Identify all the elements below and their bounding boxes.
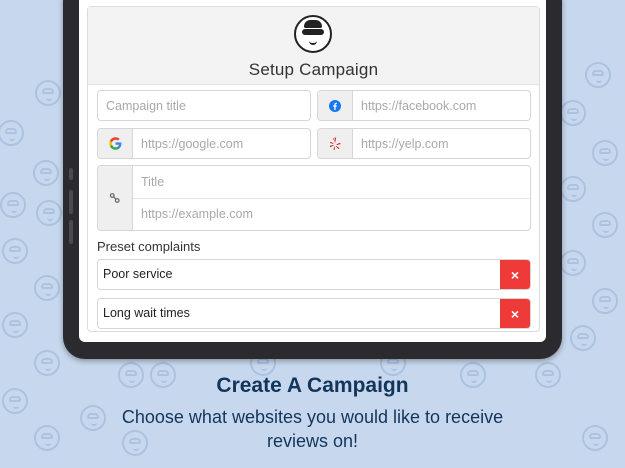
yelp-url-input[interactable] bbox=[353, 129, 530, 158]
caption-heading: Create A Campaign bbox=[216, 374, 409, 397]
facebook-url-field[interactable] bbox=[317, 90, 531, 121]
card-header: Setup Campaign bbox=[88, 7, 539, 85]
tablet-side-button bbox=[69, 220, 73, 244]
yelp-url-field[interactable] bbox=[317, 128, 531, 159]
campaign-title-input[interactable] bbox=[98, 91, 310, 120]
delete-complaint-button[interactable]: × bbox=[500, 260, 530, 289]
google-icon bbox=[98, 129, 133, 158]
tablet-side-button bbox=[69, 190, 73, 214]
facebook-icon bbox=[318, 91, 353, 120]
campaign-title-field[interactable] bbox=[97, 90, 311, 121]
custom-url-input[interactable] bbox=[133, 198, 530, 230]
preset-complaints-label: Preset complaints bbox=[97, 239, 201, 254]
app-logo-icon bbox=[294, 15, 332, 53]
tablet-side-button bbox=[69, 168, 73, 180]
tablet-screen: Setup Campaign Campaign title https://fa… bbox=[79, 0, 546, 342]
facebook-url-input[interactable] bbox=[353, 91, 530, 120]
caption-subheading: Choose what websites you would like to r… bbox=[121, 407, 504, 451]
complaint-text: Long wait times bbox=[103, 306, 190, 320]
complaint-item: Long wait times × bbox=[97, 298, 531, 329]
delete-complaint-button[interactable]: × bbox=[500, 299, 530, 328]
link-icon bbox=[98, 166, 133, 230]
page-title: Setup Campaign bbox=[248, 60, 379, 79]
google-url-field[interactable] bbox=[97, 128, 311, 159]
custom-title-input[interactable] bbox=[133, 166, 530, 199]
custom-link-field-group bbox=[97, 165, 531, 231]
complaint-item: Poor service × bbox=[97, 259, 531, 290]
campaign-setup-card: Setup Campaign Campaign title https://fa… bbox=[87, 6, 540, 332]
complaint-text: Poor service bbox=[103, 267, 173, 281]
yelp-icon bbox=[318, 129, 353, 158]
google-url-input[interactable] bbox=[133, 129, 310, 158]
